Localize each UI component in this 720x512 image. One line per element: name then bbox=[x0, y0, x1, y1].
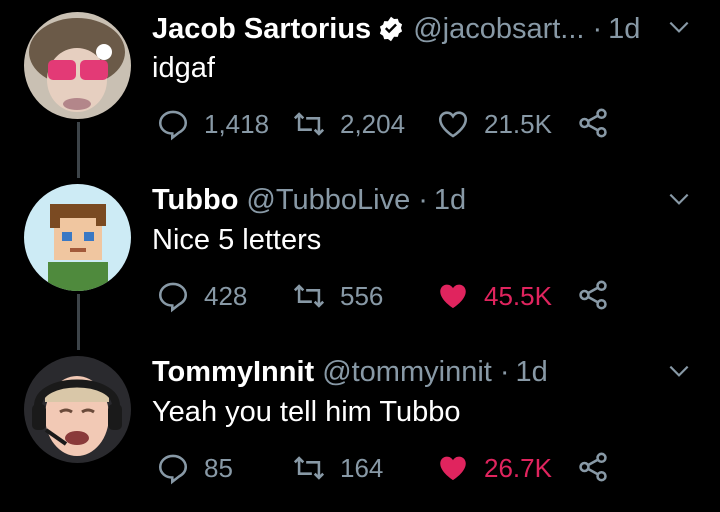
tweet-header: TommyInnit @tommyinnit · 1d bbox=[152, 354, 650, 390]
reply-icon bbox=[158, 454, 188, 485]
chevron-down-icon[interactable] bbox=[666, 14, 692, 40]
share-icon[interactable] bbox=[576, 278, 610, 312]
handle[interactable]: @tommyinnit bbox=[322, 354, 492, 390]
retweet-icon bbox=[293, 284, 325, 308]
timestamp[interactable]: 1d bbox=[434, 182, 466, 218]
tweet-actions: 1,418 2,204 21.5K bbox=[152, 104, 622, 144]
retweet-count: 164 bbox=[340, 452, 384, 483]
reply-button[interactable]: 85 bbox=[156, 448, 233, 488]
timestamp[interactable]: 1d bbox=[516, 354, 548, 390]
retweet-button[interactable]: 164 bbox=[292, 448, 383, 488]
like-button[interactable]: 21.5K bbox=[436, 104, 552, 144]
reply-icon bbox=[158, 282, 188, 313]
like-button[interactable]: 45.5K bbox=[436, 276, 552, 316]
heart-icon bbox=[440, 284, 466, 309]
reply-count: 85 bbox=[204, 452, 233, 483]
like-count: 26.7K bbox=[484, 452, 552, 483]
display-name[interactable]: Tubbo bbox=[152, 182, 238, 218]
handle[interactable]: @jacobsart... bbox=[413, 11, 584, 47]
retweet-button[interactable]: 556 bbox=[292, 276, 383, 316]
tweet[interactable]: Jacob Sartorius @jacobsart... · 1d idgaf… bbox=[0, 0, 720, 168]
like-button[interactable]: 26.7K bbox=[436, 448, 552, 488]
separator: · bbox=[418, 184, 428, 216]
like-count: 45.5K bbox=[484, 280, 552, 311]
chevron-down-icon[interactable] bbox=[666, 186, 692, 212]
share-icon[interactable] bbox=[576, 450, 610, 484]
reply-button[interactable]: 1,418 bbox=[156, 104, 269, 144]
tweet[interactable]: TommyInnit @tommyinnit · 1d Yeah you tel… bbox=[0, 344, 720, 512]
retweet-icon bbox=[293, 112, 325, 136]
tweet-text: Nice 5 letters bbox=[152, 224, 322, 256]
tweet-text: Yeah you tell him Tubbo bbox=[152, 396, 461, 428]
retweet-button[interactable]: 2,204 bbox=[292, 104, 405, 144]
tweet[interactable]: Tubbo @TubboLive · 1d Nice 5 letters 428… bbox=[0, 172, 720, 340]
heart-icon bbox=[438, 111, 468, 138]
retweet-icon bbox=[293, 456, 325, 480]
avatar[interactable] bbox=[24, 356, 131, 463]
reply-count: 428 bbox=[204, 280, 248, 311]
share-icon[interactable] bbox=[576, 106, 610, 140]
reply-count: 1,418 bbox=[204, 108, 270, 139]
separator: · bbox=[592, 13, 603, 45]
separator: · bbox=[499, 356, 510, 388]
verified-badge-icon bbox=[380, 16, 403, 42]
avatar[interactable] bbox=[24, 184, 131, 291]
display-name[interactable]: TommyInnit bbox=[152, 354, 314, 390]
chevron-down-icon[interactable] bbox=[666, 358, 692, 384]
tweet-actions: 85 164 26.7K bbox=[152, 448, 622, 488]
display-name[interactable]: Jacob Sartorius bbox=[152, 11, 371, 47]
retweet-count: 2,204 bbox=[340, 108, 406, 139]
reply-icon bbox=[158, 110, 188, 141]
avatar[interactable] bbox=[24, 12, 131, 119]
retweet-count: 556 bbox=[340, 280, 384, 311]
tweet-header: Jacob Sartorius @jacobsart... · 1d bbox=[152, 10, 650, 47]
heart-icon bbox=[440, 456, 466, 481]
tweet-text: idgaf bbox=[152, 52, 215, 84]
tweet-header: Tubbo @TubboLive · 1d bbox=[152, 182, 650, 218]
tweet-actions: 428 556 45.5K bbox=[152, 276, 622, 316]
like-count: 21.5K bbox=[484, 108, 552, 139]
reply-button[interactable]: 428 bbox=[156, 276, 247, 316]
handle[interactable]: @TubboLive bbox=[246, 182, 410, 218]
timestamp[interactable]: 1d bbox=[608, 11, 640, 47]
